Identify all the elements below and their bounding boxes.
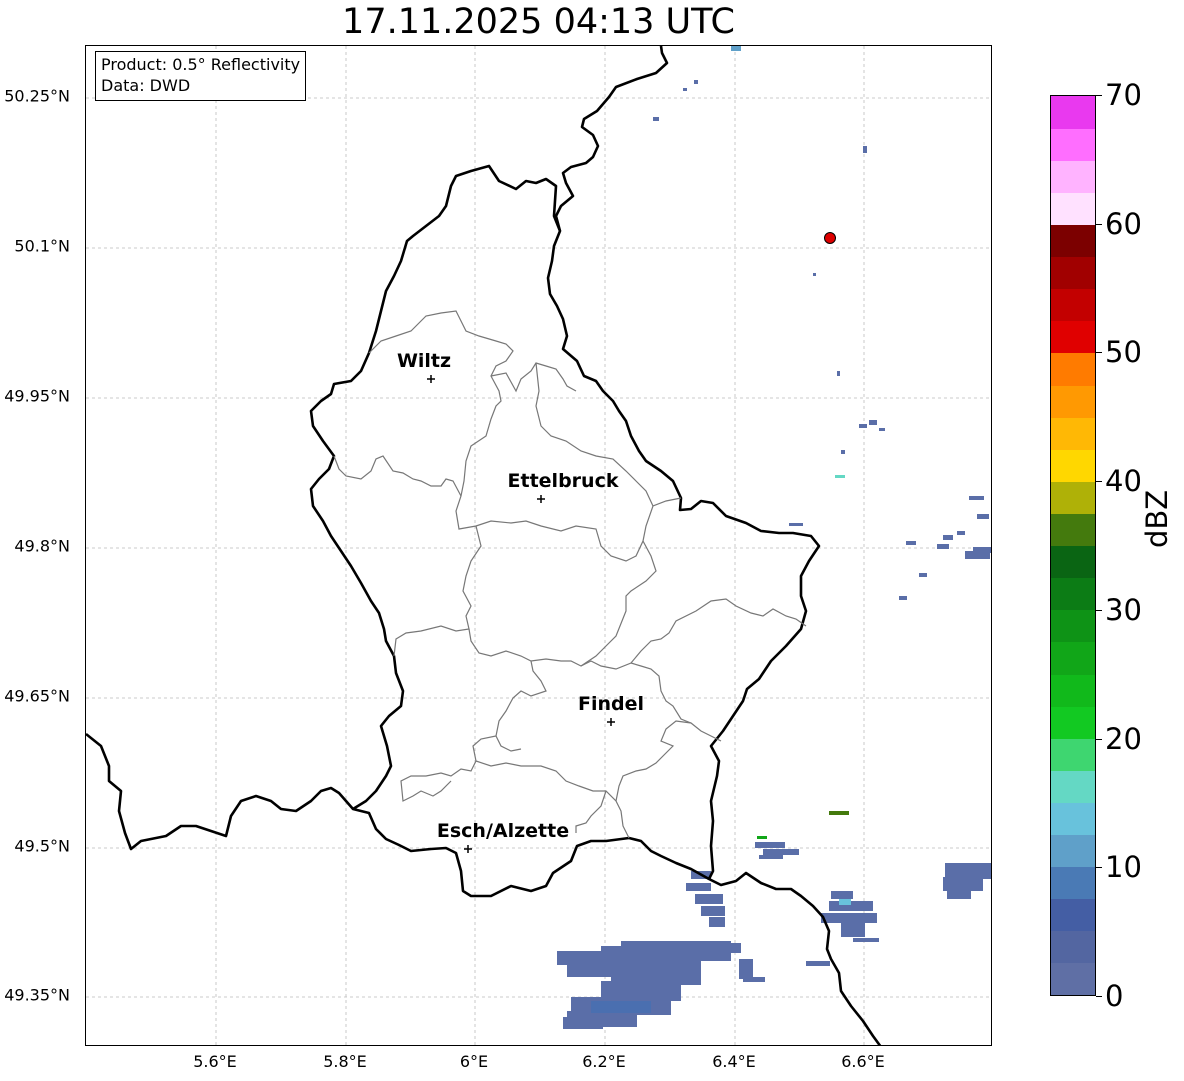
colorbar-tick [1096, 996, 1102, 997]
lon-label: 6.2°E [582, 1052, 626, 1071]
colorbar-tick [1096, 481, 1102, 483]
city-label-wiltz: Wiltz [396, 350, 452, 372]
map-title: 17.11.2025 04:13 UTC [342, 2, 735, 42]
gridlines [86, 46, 991, 1045]
lat-label: 50.25°N [4, 86, 70, 106]
lon-label: 6°E [459, 1052, 489, 1071]
colorbar-segment [1051, 866, 1095, 900]
lon-label: 5.8°E [323, 1052, 367, 1071]
city-label-findel: Findel [577, 693, 645, 715]
colorbar-segment [1051, 673, 1095, 707]
colorbar-segment [1051, 802, 1095, 836]
colorbar-tick-label: 20 [1105, 721, 1142, 756]
colorbar-segment [1051, 449, 1095, 482]
colorbar [1050, 95, 1096, 996]
radar-map[interactable] [85, 45, 992, 1046]
colorbar-segment [1051, 898, 1095, 932]
colorbar-segment [1051, 192, 1095, 226]
colorbar-tick-label: 50 [1105, 335, 1142, 370]
national-borders [86, 46, 882, 1045]
lat-label: 49.5°N [14, 836, 70, 856]
colorbar-tick-label: 70 [1105, 78, 1142, 112]
radar-echoes [557, 46, 991, 1029]
colorbar-segment [1051, 513, 1095, 547]
colorbar-segment [1051, 962, 1095, 995]
colorbar-tick [1096, 867, 1102, 869]
colorbar-segment [1051, 706, 1095, 739]
colorbar-tick-label: 60 [1105, 206, 1142, 241]
lat-label: 49.95°N [4, 386, 70, 406]
colorbar-segment [1051, 128, 1095, 161]
city-label-ettelbruck: Ettelbruck [507, 470, 619, 492]
colorbar-segment [1051, 545, 1095, 579]
lat-label: 49.65°N [4, 686, 70, 706]
lon-label: 5.6°E [193, 1052, 237, 1071]
colorbar-segment [1051, 481, 1095, 514]
colorbar-tick-label: 10 [1105, 850, 1142, 885]
lat-label: 50.1°N [14, 236, 70, 256]
colorbar-segment [1051, 641, 1095, 675]
radar-site-marker [824, 232, 836, 244]
colorbar-tick [1096, 352, 1102, 354]
colorbar-segment [1051, 609, 1095, 643]
lon-label: 6.4°E [712, 1052, 756, 1071]
lat-label: 49.35°N [4, 985, 70, 1005]
city-markers [427, 375, 615, 853]
colorbar-tick [1096, 95, 1102, 96]
info-box: Product: 0.5° Reflectivity Data: DWD [95, 51, 307, 101]
colorbar-segment [1051, 224, 1095, 258]
colorbar-tick [1096, 609, 1102, 611]
colorbar-segment [1051, 834, 1095, 868]
colorbar-segment [1051, 384, 1095, 418]
map-canvas [86, 46, 991, 1045]
colorbar-tick [1096, 738, 1102, 740]
data-source-label: Data: DWD [101, 76, 191, 95]
colorbar-segment [1051, 417, 1095, 450]
colorbar-segment [1051, 96, 1095, 129]
colorbar-tick-label: 40 [1105, 464, 1142, 499]
colorbar-segment [1051, 320, 1095, 354]
colorbar-segment [1051, 288, 1095, 322]
colorbar-tick-label: 0 [1105, 979, 1124, 1013]
colorbar-segment [1051, 256, 1095, 290]
colorbar-tick [1096, 223, 1102, 225]
colorbar-tick-label: 30 [1105, 592, 1142, 627]
colorbar-segment [1051, 352, 1095, 386]
colorbar-segment [1051, 738, 1095, 771]
colorbar-segment [1051, 160, 1095, 193]
city-label-esch-alzette: Esch/Alzette [436, 820, 570, 842]
colorbar-segment [1051, 930, 1095, 964]
colorbar-segment [1051, 770, 1095, 803]
lon-label: 6.6°E [841, 1052, 885, 1071]
colorbar-label: dBZ [1140, 489, 1174, 548]
colorbar-segment [1051, 577, 1095, 611]
product-label: Product: 0.5° Reflectivity [101, 55, 301, 74]
lat-label: 49.8°N [14, 536, 70, 556]
